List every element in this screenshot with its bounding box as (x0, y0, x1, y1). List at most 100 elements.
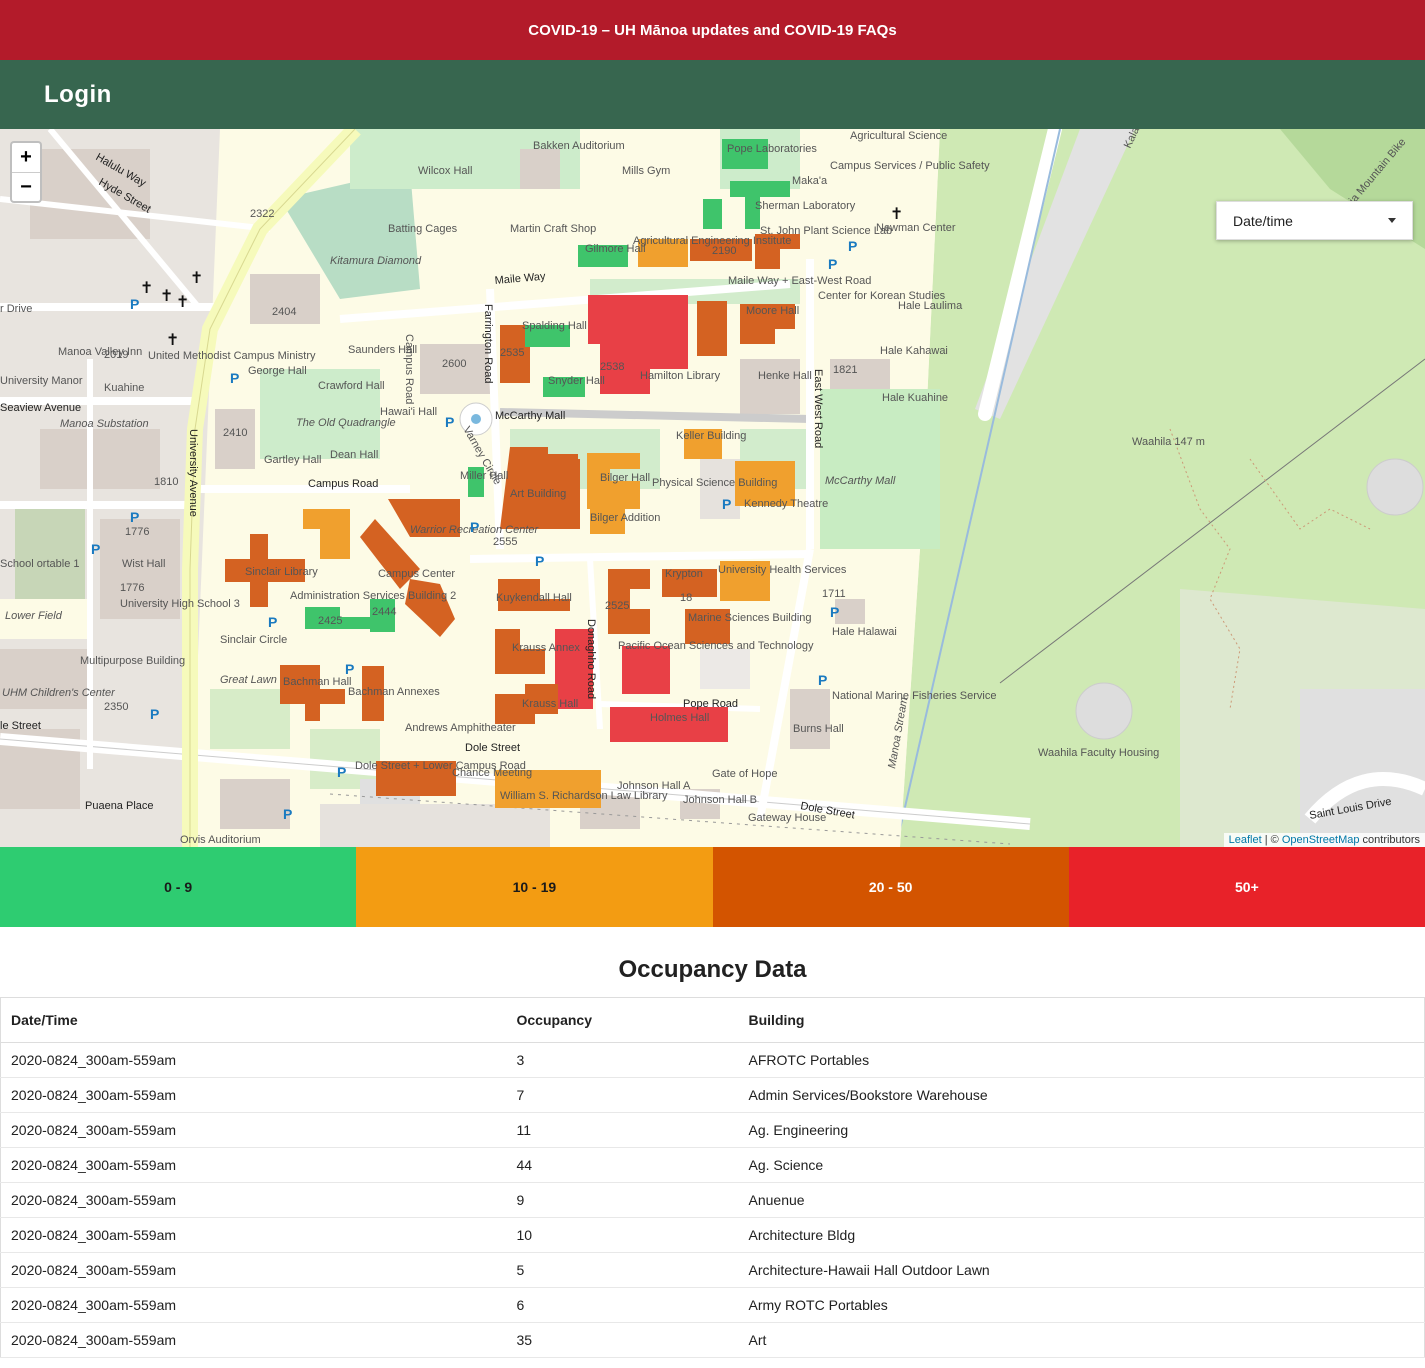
cell-building: Admin Services/Bookstore Warehouse (738, 1077, 1425, 1113)
map-label-pope-lab: Pope Laboratories (727, 143, 817, 155)
occupancy-table: Date/Time Occupancy Building 2020-0824_3… (0, 997, 1425, 1358)
legend-bin-20-50: 20 - 50 (712, 847, 1069, 927)
map-label-bakken: Bakken Auditorium (533, 140, 625, 152)
cell-date-time: 2020-0824_300am-559am (0, 1217, 507, 1253)
map-label-campus-road: Campus Road (308, 478, 378, 490)
map-label-2190: 2190 (712, 245, 736, 257)
map-label-2019: 2019 (104, 349, 128, 361)
cell-date-time: 2020-0824_300am-559am (0, 1112, 507, 1148)
table-header-row: Date/Time Occupancy Building (0, 997, 1425, 1043)
map-label-wilcox: Wilcox Hall (418, 165, 472, 177)
map-label-manoa-valley-inn: Manoa Valley Inn (58, 346, 142, 358)
map-label-martin-craft: Martin Craft Shop (510, 223, 596, 235)
svg-text:P: P (470, 519, 479, 535)
cell-building: Ag. Science (738, 1147, 1425, 1183)
map-label-1776b: 1776 (120, 582, 144, 594)
map-label-pope-road: Pope Road (683, 698, 738, 710)
map-label-2410: 2410 (223, 427, 247, 439)
map-label-pacific-ocean: Pacific Ocean Sciences and Technology (618, 640, 814, 652)
cell-building: Architecture Bldg (738, 1217, 1425, 1253)
cell-building: Anuenue (738, 1182, 1425, 1218)
map-label-quadrangle: The Old Quadrangle (296, 417, 396, 429)
top-navbar: Login (0, 60, 1425, 129)
map-label-ag-science: Agricultural Science (850, 130, 947, 142)
map-label-hale-halawai: Hale Halawai (832, 626, 897, 638)
header-occupancy[interactable]: Occupancy (506, 997, 739, 1043)
map-label-waahila: Waahila 147 m (1132, 436, 1205, 448)
map-label-kennedy: Kennedy Theatre (744, 498, 828, 510)
svg-text:✝: ✝ (160, 286, 173, 305)
map-label-andrews: Andrews Amphitheater (405, 722, 516, 734)
map-label-18: 18 (680, 592, 692, 604)
map-label-mccarthy-mall: McCarthy Mall (495, 410, 565, 422)
zoom-out-button[interactable]: − (12, 172, 40, 201)
cell-date-time: 2020-0824_300am-559am (0, 1182, 507, 1218)
map-label-art-building: Art Building (510, 488, 566, 500)
date-time-select-value: Date/time (1233, 212, 1293, 229)
table-row: 2020-0824_300am-559am 44 Ag. Science (0, 1147, 1425, 1183)
legend-bin-50-plus: 50+ (1068, 847, 1425, 927)
table-row: 2020-0824_300am-559am 7 Admin Services/Boo… (0, 1077, 1425, 1113)
map-label-snyder: Snyder Hall (548, 375, 605, 387)
cell-building: Architecture-Hawaii Hall Outdoor Lawn (738, 1252, 1425, 1288)
zoom-in-button[interactable]: + (12, 143, 40, 172)
map-label-dean-hall: Dean Hall (330, 449, 378, 461)
map-label-keller: Keller Building (676, 430, 746, 442)
map-label-holmes: Holmes Hall (650, 712, 709, 724)
svg-text:P: P (130, 296, 139, 312)
map-label-dr-drive: r Drive (0, 303, 32, 315)
cell-occupancy: 6 (506, 1287, 739, 1323)
map-label-bilger: Bilger Hall (600, 472, 650, 484)
map-label-multipurpose: Multipurpose Building (80, 655, 185, 667)
covid-updates-link[interactable]: COVID-19 – UH Mānoa updates and COVID-19… (528, 22, 896, 39)
map-label-univ-health: University Health Services (718, 564, 847, 576)
svg-text:P: P (345, 661, 354, 677)
svg-text:P: P (268, 614, 277, 630)
map-label-manoa-substation: Manoa Substation (60, 418, 149, 430)
svg-text:✝: ✝ (890, 204, 903, 223)
map-label-crawford: Crawford Hall (318, 380, 385, 392)
svg-text:P: P (722, 496, 731, 512)
svg-text:P: P (818, 672, 827, 688)
map-attribution: Leaflet | © OpenStreetMap contributors (1223, 833, 1425, 847)
map-label-st-john: St. John Plant Science Lab (760, 225, 892, 237)
osm-link[interactable]: OpenStreetMap (1282, 834, 1360, 846)
map-label-physical-science: Physical Science Building (652, 477, 777, 489)
header-date-time[interactable]: Date/Time (0, 997, 507, 1043)
map-label-makaa: Maka'a (792, 175, 828, 187)
map-label-hale-kahawai: Hale Kahawai (880, 345, 948, 357)
svg-text:P: P (848, 238, 857, 254)
map-label-johnson-b: Johnson Hall B (683, 794, 757, 806)
map-label-uhs: University High School 3 (120, 598, 240, 610)
map-label-bachman-annex: Bachman Annexes (348, 686, 440, 698)
map-label-bachman-hall: Bachman Hall (283, 676, 351, 688)
date-time-select[interactable]: Date/time (1216, 201, 1413, 240)
map-label-spalding: Spalding Hall (522, 320, 587, 332)
cell-occupancy: 11 (506, 1112, 739, 1148)
header-building[interactable]: Building (738, 997, 1425, 1043)
map-label-bilger-add: Bilger Addition (590, 512, 660, 524)
leaflet-link[interactable]: Leaflet (1229, 834, 1262, 846)
cell-building: Ag. Engineering (738, 1112, 1425, 1148)
attribution-tail: contributors (1359, 834, 1420, 846)
svg-text:P: P (91, 541, 100, 557)
campus-map[interactable]: McCarthy Mall Campus Road Dole Street Po… (0, 129, 1425, 847)
table-row: 2020-0824_300am-559am 35 Art (0, 1322, 1425, 1358)
map-label-donaghho: Donaghho Road (585, 619, 597, 699)
map-label-university-avenue: University Avenue (187, 429, 199, 517)
map-label-lower-field: Lower Field (5, 610, 63, 622)
svg-text:P: P (828, 256, 837, 272)
map-label-school-portable: School ortable 1 (0, 558, 80, 570)
table-row: 2020-0824_300am-559am 9 Anuenue (0, 1182, 1425, 1218)
map-label-wist: Wist Hall (122, 558, 165, 570)
cell-occupancy: 5 (506, 1252, 739, 1288)
map-label-gartley: Gartley Hall (264, 454, 321, 466)
map-label-farrington: Farrington Road (482, 304, 494, 384)
svg-text:✝: ✝ (190, 268, 203, 287)
map-label-orvis: Orvis Auditorium (180, 834, 261, 846)
map-label-great-lawn: Great Lawn (220, 674, 277, 686)
svg-text:P: P (230, 370, 239, 386)
svg-text:P: P (830, 604, 839, 620)
map-label-nmfs: National Marine Fisheries Service (832, 690, 996, 702)
login-link[interactable]: Login (44, 81, 112, 109)
